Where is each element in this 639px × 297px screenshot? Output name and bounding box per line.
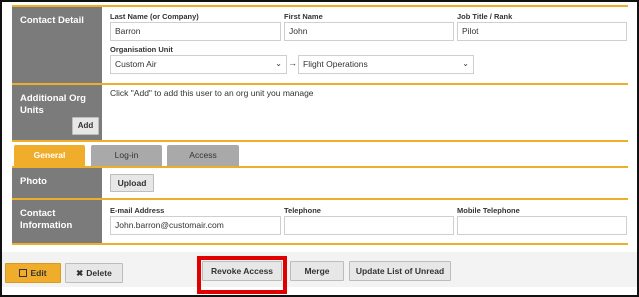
section-divider <box>12 243 628 245</box>
mobile-telephone-label: Mobile Telephone <box>457 206 520 215</box>
additional-org-units-section: Additional Org Units Add Click "Add" to … <box>12 85 628 140</box>
merge-button[interactable]: Merge <box>290 261 344 281</box>
first-name-label: First Name <box>284 12 323 21</box>
org-unit-label: Organisation Unit <box>110 45 173 54</box>
delete-label: Delete <box>86 268 112 278</box>
last-name-label: Last Name (or Company) <box>110 12 199 21</box>
photo-section: Photo Upload <box>12 168 628 198</box>
add-button[interactable]: Add <box>72 117 99 135</box>
chevron-down-icon: ⌄ <box>462 59 469 68</box>
add-org-unit-hint: Click "Add" to add this user to an org u… <box>110 88 314 98</box>
pencil-square-icon <box>19 269 28 277</box>
job-title-input[interactable]: Pilot <box>457 22 627 41</box>
section-divider <box>12 140 628 142</box>
contact-information-label: Contact Information <box>12 200 102 243</box>
org-unit-value: Custom Air <box>115 59 157 69</box>
edit-label: Edit <box>30 268 47 278</box>
chevron-down-icon: ⌄ <box>275 59 282 68</box>
contact-detail-label: Contact Detail <box>12 7 102 83</box>
tab-log-in[interactable]: Log-in <box>91 145 162 166</box>
update-list-of-unread-button[interactable]: Update List of Unread <box>349 261 451 281</box>
job-title-label: Job Title / Rank <box>457 12 513 21</box>
email-label: E-mail Address <box>110 206 165 215</box>
contact-information-section: Contact Information E-mail Address John.… <box>12 200 628 243</box>
org-unit-select[interactable]: Custom Air ⌄ <box>110 55 287 74</box>
sub-unit-value: Flight Operations <box>303 59 368 69</box>
revoke-access-highlight <box>197 256 287 294</box>
telephone-input[interactable] <box>284 216 454 235</box>
last-name-input[interactable]: Barron <box>110 22 281 41</box>
delete-button[interactable]: ✖ Delete <box>65 263 123 283</box>
tab-general[interactable]: General <box>14 145 85 166</box>
arrow-separator: → <box>288 58 297 68</box>
sub-unit-select[interactable]: Flight Operations ⌄ <box>298 55 474 74</box>
photo-label: Photo <box>12 168 102 198</box>
additional-org-units-text: Additional Org Units <box>20 93 86 116</box>
edit-button[interactable]: Edit <box>5 263 61 283</box>
tab-access[interactable]: Access <box>167 145 239 166</box>
x-icon: ✖ <box>76 268 84 278</box>
telephone-label: Telephone <box>284 206 321 215</box>
upload-button[interactable]: Upload <box>110 174 154 192</box>
contact-detail-section: Contact Detail Last Name (or Company) Ba… <box>12 7 628 83</box>
first-name-input[interactable]: John <box>284 22 454 41</box>
mobile-telephone-input[interactable] <box>457 216 627 235</box>
email-input[interactable]: John.barron@customair.com <box>110 216 281 235</box>
